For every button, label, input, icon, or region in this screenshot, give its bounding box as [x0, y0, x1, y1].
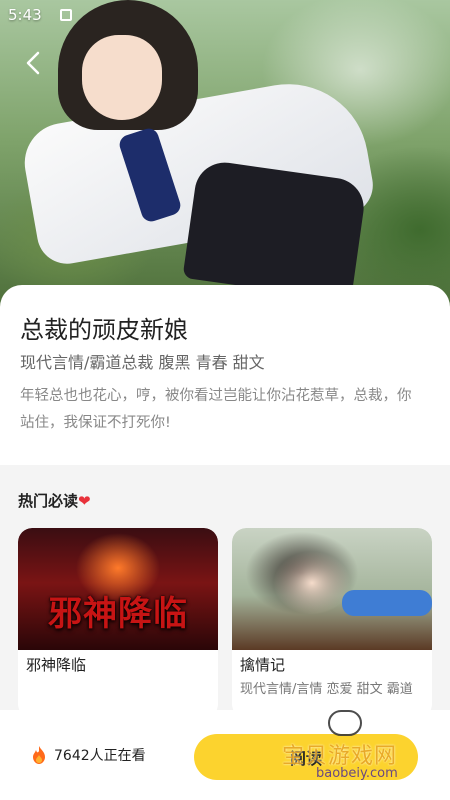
book-title: 总裁的顽皮新娘 — [20, 316, 188, 344]
viewer-count-text: 7642人正在看 — [54, 748, 146, 764]
watermark-logo: 宝贝游戏网 baobeiy.com — [280, 708, 450, 788]
book-card-title: 邪神降临 — [26, 656, 87, 674]
book-card[interactable]: 擒情记 现代言情/言情 恋爱 甜文 霸道 — [232, 528, 432, 718]
hot-reads-label: 热门必读 — [18, 492, 79, 510]
heart-icon: ❤ — [78, 492, 91, 510]
cover-title-art: 邪神降临 — [48, 594, 188, 634]
book-description: 年轻总也也花心，哼，被你看过岂能让你沾花惹草，总裁，你站住，我保证不打死你! — [20, 388, 412, 431]
cover-figure-skirt — [182, 158, 368, 302]
hot-reads-section: 热门必读❤ 邪神降临 邪神降临 擒情记 现代言情/言情 恋爱 甜文 霸道 — [0, 465, 450, 718]
book-card[interactable]: 邪神降临 邪神降临 — [18, 528, 218, 718]
book-info-card: 总裁的顽皮新娘 现代言情/霸道总裁 腹黑 青春 甜文 年轻总也也花心，哼，被你看… — [0, 285, 450, 465]
book-card-tags: 现代言情/言情 恋爱 甜文 霸道 — [240, 682, 413, 697]
book-cover: 邪神降临 — [18, 528, 218, 650]
gamepad-icon — [328, 710, 362, 736]
viewer-count: 7642人正在看 — [30, 745, 146, 765]
book-card-title: 擒情记 — [240, 656, 286, 674]
watermark-url: baobeiy.com — [316, 766, 398, 781]
hot-reads-title: 热门必读❤ — [18, 490, 91, 511]
status-time: 5:43 — [8, 6, 42, 24]
cover-image: 5:43 — [0, 0, 450, 310]
back-button[interactable] — [18, 48, 48, 78]
flame-icon — [33, 746, 45, 764]
cover-figure-arm — [342, 590, 432, 616]
book-cover — [232, 528, 432, 650]
notification-icon — [60, 9, 72, 21]
cover-figure-face — [82, 35, 162, 120]
chevron-left-icon — [26, 51, 40, 75]
book-tags: 现代言情/霸道总裁 腹黑 青春 甜文 — [20, 353, 265, 372]
